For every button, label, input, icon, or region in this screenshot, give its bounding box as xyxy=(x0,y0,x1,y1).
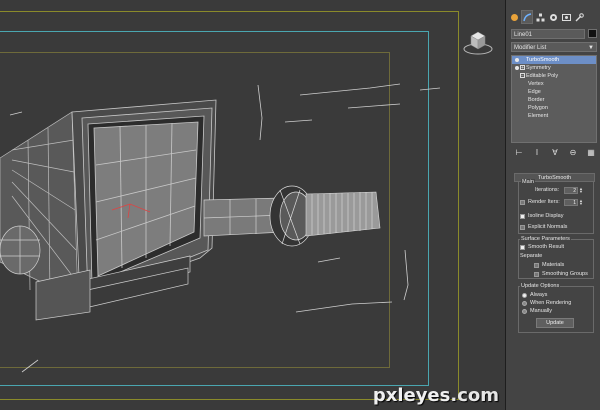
stack-item-element[interactable]: Element xyxy=(512,112,596,120)
stack-toolbar: ⊢ Ι ∀ ⊖ ▦ xyxy=(514,147,596,159)
stack-item-turbosmooth[interactable]: TurboSmooth xyxy=(512,56,596,64)
smoothing-groups-checkbox[interactable] xyxy=(534,272,539,277)
show-end-result-icon[interactable]: Ι xyxy=(532,147,542,157)
iterations-spinner[interactable]: 2 xyxy=(564,187,578,194)
render-iters-label: Render Iters: xyxy=(528,199,560,205)
modifier-list-label: Modifier List xyxy=(514,45,547,51)
always-label: Always xyxy=(530,292,548,298)
smoothing-groups-label: Smoothing Groups xyxy=(542,271,588,277)
stack-item-vertex[interactable]: Vertex xyxy=(512,80,596,88)
materials-label: Materials xyxy=(542,262,565,268)
separate-label: Separate xyxy=(520,253,543,259)
perspective-viewport[interactable]: pxleyes.com xyxy=(0,0,505,410)
site-watermark: pxleyes.com xyxy=(372,385,499,406)
smooth-result-label: Smooth Result xyxy=(528,244,565,250)
main-group-label: Main xyxy=(521,179,535,185)
object-color-swatch[interactable] xyxy=(588,29,597,38)
object-name-field[interactable]: Line01 xyxy=(511,29,585,39)
hammer-mesh-model[interactable] xyxy=(0,0,505,410)
pin-stack-icon[interactable]: ⊢ xyxy=(514,147,524,157)
display-icon[interactable] xyxy=(560,10,572,24)
stack-item-editable-poly[interactable]: − Editable Poly xyxy=(512,72,596,80)
modifier-list-dropdown[interactable]: Modifier List ▼ xyxy=(511,42,597,52)
utilities-icon[interactable] xyxy=(573,10,585,24)
manually-radio[interactable] xyxy=(522,309,527,314)
isoline-display-label: Isoline Display xyxy=(528,213,564,219)
when-rendering-label: When Rendering xyxy=(530,300,572,306)
always-radio[interactable] xyxy=(522,293,527,298)
modify-icon[interactable] xyxy=(521,10,533,24)
remove-modifier-icon[interactable]: ⊖ xyxy=(568,147,578,157)
stack-item-border[interactable]: Border xyxy=(512,96,596,104)
smooth-result-checkbox[interactable] xyxy=(520,245,525,250)
render-iters-spinner[interactable]: 1 xyxy=(564,199,578,206)
chevron-down-icon: ▼ xyxy=(588,45,594,51)
configure-sets-icon[interactable]: ▦ xyxy=(586,147,596,157)
viewcube-icon[interactable] xyxy=(462,28,494,56)
when-rendering-radio[interactable] xyxy=(522,301,527,306)
create-icon[interactable] xyxy=(508,10,520,24)
update-button[interactable]: Update xyxy=(536,318,574,328)
spinner-arrows-icon[interactable]: ▲ ▼ xyxy=(579,199,583,206)
lightbulb-icon[interactable] xyxy=(515,66,519,70)
iterations-label: Iterations: xyxy=(535,187,560,193)
materials-checkbox[interactable] xyxy=(534,263,539,268)
surface-parameters-label: Surface Parameters xyxy=(520,236,571,242)
isoline-display-checkbox[interactable] xyxy=(520,214,525,219)
render-iters-checkbox[interactable] xyxy=(520,200,525,205)
manually-label: Manually xyxy=(530,308,553,314)
command-panel: Line01 Modifier List ▼ TurboSmooth + Sym… xyxy=(505,0,600,410)
spinner-arrows-icon[interactable]: ▲ ▼ xyxy=(579,187,583,194)
modifier-stack[interactable]: TurboSmooth + Symmetry − Editable Poly V… xyxy=(511,55,597,143)
explicit-normals-checkbox[interactable] xyxy=(520,225,525,230)
stack-item-polygon[interactable]: Polygon xyxy=(512,104,596,112)
hierarchy-icon[interactable] xyxy=(534,10,546,24)
command-panel-tabs xyxy=(508,10,598,26)
update-options-label: Update Options xyxy=(520,283,561,289)
explicit-normals-label: Explicit Normals xyxy=(528,224,568,230)
stack-item-edge[interactable]: Edge xyxy=(512,88,596,96)
motion-icon[interactable] xyxy=(547,10,559,24)
expand-icon[interactable]: + xyxy=(520,65,525,71)
collapse-icon[interactable]: − xyxy=(520,73,525,79)
stack-item-symmetry[interactable]: + Symmetry xyxy=(512,64,596,72)
make-unique-icon[interactable]: ∀ xyxy=(550,147,560,157)
lightbulb-icon[interactable] xyxy=(515,58,519,62)
